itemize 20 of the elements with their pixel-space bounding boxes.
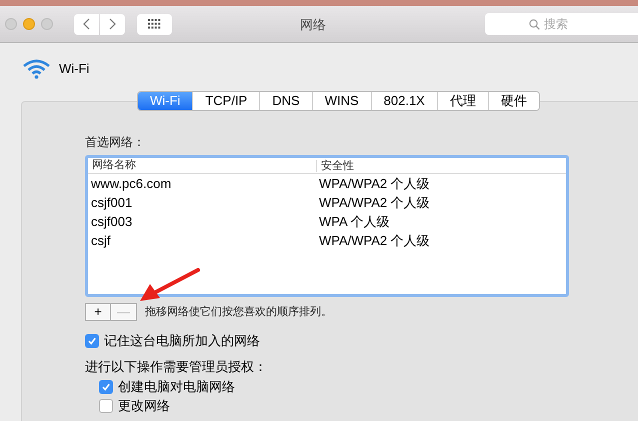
add-button[interactable]: + bbox=[85, 303, 111, 321]
section-label: 首选网络： bbox=[85, 134, 146, 151]
tab[interactable]: 硬件 bbox=[488, 92, 539, 110]
checkbox-label: 创建电脑对电脑网络 bbox=[118, 379, 235, 395]
checkbox-label: 更改网络 bbox=[118, 398, 170, 414]
table-cell-text: www.pc6.com bbox=[90, 174, 172, 193]
table-cell-text: csjf bbox=[90, 232, 112, 250]
table-cell-text: csjf001 bbox=[90, 194, 134, 212]
checkbox-label: 记住这台电脑所加入的网络 bbox=[104, 332, 260, 350]
table-cell-text: csjf003 bbox=[90, 212, 134, 231]
table-cell-text: WPA 个人级 bbox=[319, 212, 390, 231]
service-name: Wi-Fi bbox=[59, 60, 90, 78]
column-header[interactable]: 网络名称 bbox=[88, 157, 316, 174]
table-cell-text: WPA/WPA2 个人级 bbox=[319, 232, 430, 250]
hint-text: 拖移网络使它们按您喜欢的顺序排列。 bbox=[145, 304, 332, 320]
window-title: 网络 bbox=[300, 16, 326, 34]
table-cell-text: WPA/WPA2 个人级 bbox=[319, 194, 430, 212]
table-cell-text: WPA/WPA2 个人级 bbox=[319, 174, 430, 193]
section-label: 进行以下操作需要管理员授权： bbox=[85, 358, 268, 376]
column-header[interactable]: 安全性 bbox=[316, 160, 354, 172]
